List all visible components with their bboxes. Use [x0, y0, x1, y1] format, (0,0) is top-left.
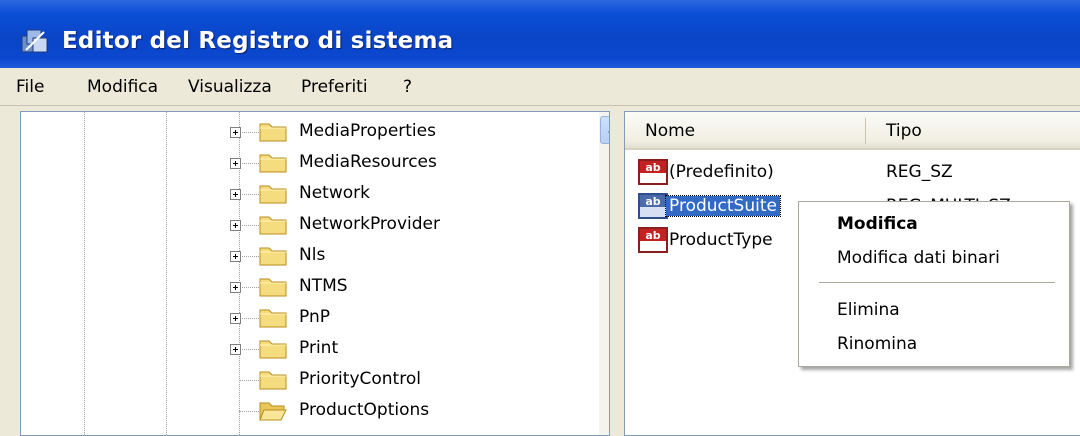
expand-icon[interactable]	[230, 189, 241, 200]
menu-preferiti[interactable]: Preferiti	[301, 77, 368, 97]
folder-icon	[259, 247, 287, 266]
expand-icon[interactable]	[230, 313, 241, 324]
column-separator[interactable]	[865, 118, 866, 144]
string-value-icon: ab	[638, 159, 668, 185]
window-title: Editor del Registro di sistema	[62, 28, 454, 54]
open-folder-icon	[259, 402, 287, 421]
folder-icon	[259, 123, 287, 142]
tree-scrollbar[interactable]	[599, 112, 609, 435]
menu-help[interactable]: ?	[403, 77, 412, 97]
tree-node-label: PriorityControl	[299, 369, 421, 389]
column-header-tipo[interactable]: Tipo	[886, 121, 922, 141]
context-menu-rinomina[interactable]: Rinomina	[837, 334, 917, 354]
svg-text:ab: ab	[645, 195, 660, 208]
tree-node-label: Network	[299, 183, 370, 203]
tree-node-label: Nls	[299, 245, 326, 265]
string-value-icon: ab	[638, 227, 668, 253]
folder-icon	[259, 340, 287, 359]
tree-node-label: PnP	[299, 307, 330, 327]
tree-guide-line	[84, 112, 85, 435]
value-name: ProductSuite	[665, 195, 781, 217]
list-header: Nome Tipo	[625, 112, 1080, 150]
tree-node-label: Print	[299, 338, 339, 358]
value-type: REG_SZ	[886, 162, 953, 182]
folder-icon	[259, 185, 287, 204]
scroll-up-button[interactable]	[600, 116, 609, 144]
expand-icon[interactable]	[230, 344, 241, 355]
registry-editor-icon	[21, 29, 48, 53]
tree-guide-line	[166, 112, 167, 435]
context-menu: Modifica Modifica dati binari Elimina Ri…	[798, 201, 1070, 367]
tree-node-label: NetworkProvider	[299, 214, 440, 234]
folder-icon	[259, 216, 287, 235]
context-menu-separator	[819, 282, 1055, 283]
svg-text:ab: ab	[645, 161, 660, 174]
multi-string-value-icon: ab	[638, 193, 668, 219]
menu-bar: File Modifica Visualizza Preferiti ?	[0, 68, 1080, 106]
expand-icon[interactable]	[230, 220, 241, 231]
expand-icon[interactable]	[230, 282, 241, 293]
menu-visualizza[interactable]: Visualizza	[188, 77, 272, 97]
context-menu-elimina[interactable]: Elimina	[837, 300, 900, 320]
svg-text:ab: ab	[645, 229, 660, 242]
folder-icon	[259, 154, 287, 173]
menu-modifica[interactable]: Modifica	[87, 77, 158, 97]
value-name: ProductType	[669, 230, 773, 250]
context-menu-modifica[interactable]: Modifica	[837, 214, 918, 234]
title-bar[interactable]: Editor del Registro di sistema	[0, 0, 1080, 68]
expand-icon[interactable]	[230, 251, 241, 262]
tree-node-label: NTMS	[299, 276, 348, 296]
folder-icon	[259, 371, 287, 390]
folder-icon	[259, 309, 287, 328]
expand-icon[interactable]	[230, 158, 241, 169]
tree-node-label: ProductOptions	[299, 400, 430, 420]
key-tree-pane[interactable]: MediaProperties MediaResources Network N…	[20, 111, 610, 436]
expand-icon[interactable]	[230, 127, 241, 138]
menu-file[interactable]: File	[16, 77, 44, 97]
tree-node-label: MediaResources	[299, 152, 437, 172]
pane-splitter[interactable]	[610, 111, 624, 436]
context-menu-modifica-dati-binari[interactable]: Modifica dati binari	[837, 248, 1000, 268]
folder-icon	[259, 278, 287, 297]
column-header-nome[interactable]: Nome	[645, 121, 695, 141]
value-name: (Predefinito)	[669, 162, 774, 182]
tree-node-label: MediaProperties	[299, 121, 436, 141]
